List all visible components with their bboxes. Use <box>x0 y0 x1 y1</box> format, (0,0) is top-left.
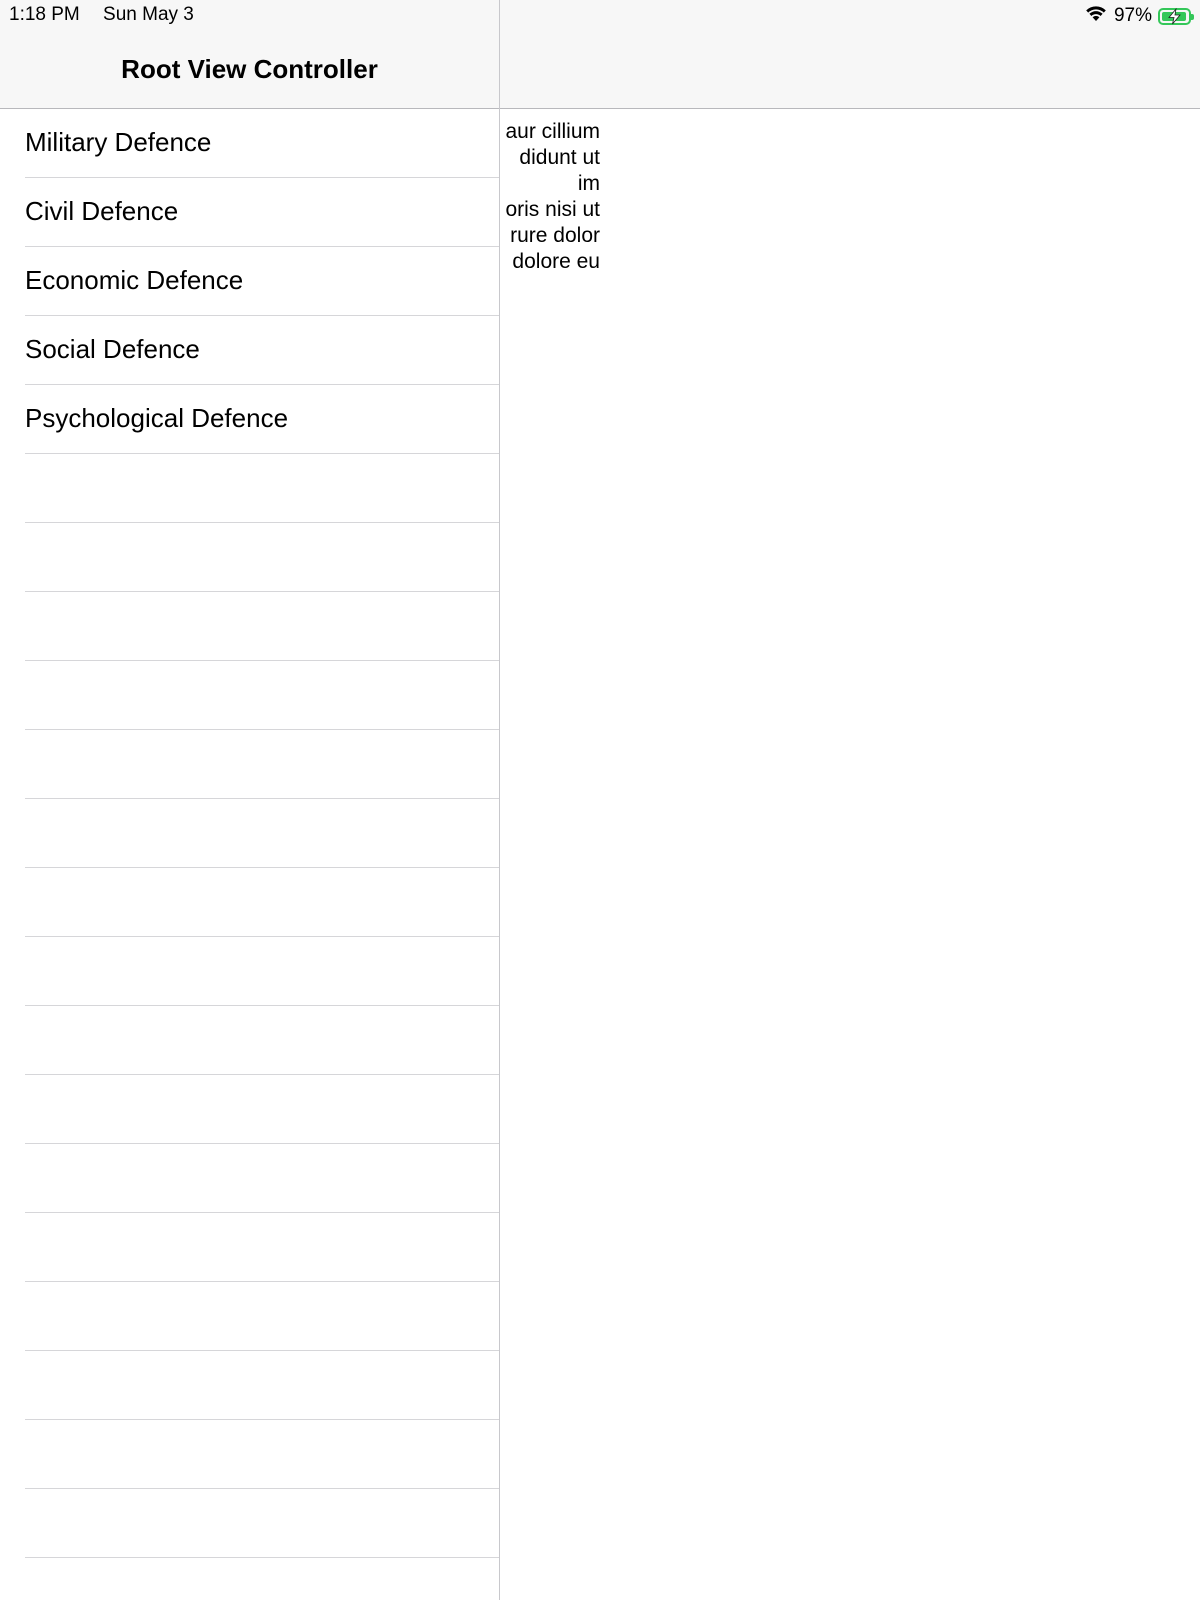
empty-table-row <box>0 454 499 523</box>
empty-table-row <box>0 868 499 937</box>
table-row-label: Social Defence <box>25 334 200 364</box>
empty-table-row <box>0 1144 499 1213</box>
status-date: Sun May 3 <box>103 4 194 25</box>
status-left: 1:18 PM Sun May 3 <box>9 4 194 26</box>
battery-cap <box>1191 13 1194 20</box>
empty-table-row <box>0 1006 499 1075</box>
master-table[interactable]: Military Defence Civil Defence Economic … <box>0 109 499 1600</box>
status-bar: 1:18 PM Sun May 3 97% <box>0 0 1200 32</box>
empty-table-row <box>0 1213 499 1282</box>
empty-table-row <box>0 1351 499 1420</box>
table-row-psychological-defence[interactable]: Psychological Defence <box>0 385 499 454</box>
table-row-label: Military Defence <box>25 127 212 157</box>
table-row-label: Civil Defence <box>25 196 179 226</box>
empty-table-row <box>0 937 499 1006</box>
master-sidebar: Root View Controller Military Defence Ci… <box>0 0 500 1600</box>
table-row-economic-defence[interactable]: Economic Defence <box>0 247 499 316</box>
empty-table-row <box>0 592 499 661</box>
empty-table-row <box>0 1075 499 1144</box>
table-row-label: Economic Defence <box>25 265 244 295</box>
empty-table-row <box>0 1489 499 1558</box>
battery-percent: 97% <box>1113 5 1152 26</box>
table-row-label: Psychological Defence <box>25 403 289 433</box>
empty-table-row <box>0 523 499 592</box>
table-row-military-defence[interactable]: Military Defence <box>0 109 499 178</box>
page-title: Root View Controller <box>121 54 378 84</box>
table-row-social-defence[interactable]: Social Defence <box>0 316 499 385</box>
status-right: 97% <box>1084 3 1194 29</box>
battery-charging-icon <box>1158 7 1194 25</box>
status-time: 1:18 PM <box>9 4 80 25</box>
table-row-civil-defence[interactable]: Civil Defence <box>0 178 499 247</box>
empty-table-row <box>0 661 499 730</box>
empty-table-row <box>0 799 499 868</box>
charging-bolt-icon <box>1168 7 1181 24</box>
empty-table-row <box>0 730 499 799</box>
empty-table-row <box>0 1282 499 1351</box>
ipad-screen: aur cillium didunt ut im oris nisi ut ru… <box>0 0 1200 1600</box>
empty-table-row <box>0 1558 499 1600</box>
wifi-icon <box>1084 4 1108 28</box>
empty-table-row <box>0 1420 499 1489</box>
